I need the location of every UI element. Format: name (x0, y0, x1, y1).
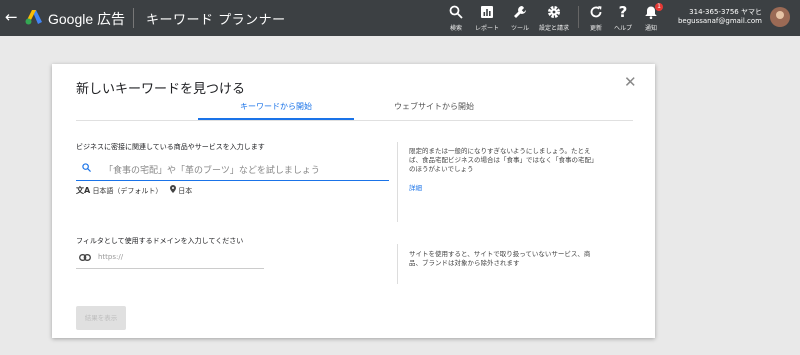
domain-help-line: 品、ブランドは対象から除外されます (409, 259, 520, 267)
keyword-field-label: ビジネスに密接に関連している商品やサービスを入力します (76, 143, 265, 151)
domain-help-line: サイトを使用すると、サイトで取り扱っていないサービス、商 (409, 250, 591, 258)
help-icon: ? (619, 4, 628, 20)
search-label: 検索 (449, 25, 462, 32)
refresh-icon (590, 6, 602, 18)
keyword-help-line: 限定的または一般的になりすぎないようにしましょう。たとえ (409, 147, 591, 155)
gear-icon (548, 6, 560, 18)
location-selector[interactable]: 日本 (170, 185, 192, 196)
search-icon (82, 163, 91, 172)
get-results-button[interactable]: 結果を表示 (76, 306, 126, 330)
search-button[interactable]: 検索 (439, 4, 473, 32)
tools-label: ツール (510, 25, 529, 32)
reports-icon (481, 6, 493, 18)
keyword-help-text: 限定的または一般的になりすぎないようにしましょう。たとえ ば、食品宅配ビジネスの… (409, 147, 619, 174)
find-keywords-dialog: 新しいキーワードを見つける ✕ キーワードから開始 ウェブサイトから開始 ビジネ… (52, 64, 655, 338)
header-divider (133, 8, 134, 28)
settings-label: 設定と請求 (538, 25, 569, 32)
keyword-help-line: ば、食品宅配ビジネスの場合は「食事」ではなく「食事の宅配」 (409, 156, 598, 164)
dialog-title: 新しいキーワードを見つける (76, 82, 246, 97)
language-selector[interactable]: 文A 日本語（デフォルト） (76, 185, 162, 196)
tab-start-with-website[interactable]: ウェブサイトから開始 (356, 101, 512, 119)
arrow-left-icon[interactable]: ← (5, 8, 18, 26)
search-icon (449, 5, 463, 19)
top-app-bar: ← Google 広告 キーワード プランナー 検索 レポート ツール 設定と請… (0, 0, 800, 36)
location-value: 日本 (178, 187, 193, 195)
account-id: 314-365-3756 ヤマヒ (689, 8, 762, 16)
svg-text:?: ? (619, 4, 628, 20)
avatar[interactable] (770, 7, 790, 27)
translate-icon: 文A (76, 186, 91, 195)
tab-start-with-keywords[interactable]: キーワードから開始 (198, 101, 354, 119)
section-divider (397, 244, 398, 284)
location-pin-icon (170, 185, 176, 193)
settings-button[interactable]: 設定と請求 (537, 4, 571, 32)
notifications-button[interactable]: 通知 (634, 4, 668, 32)
tabs-divider (76, 120, 633, 121)
domain-field-label: フィルタとして使用するドメインを入力してください (76, 237, 244, 245)
page-title: キーワード プランナー (146, 13, 286, 28)
reports-button[interactable]: レポート (470, 4, 504, 32)
domain-input-placeholder: https:// (98, 253, 124, 261)
notifications-label: 通知 (644, 25, 657, 32)
tools-button[interactable]: ツール (503, 4, 537, 32)
reports-label: レポート (474, 25, 499, 32)
learn-more-link[interactable]: 詳細 (409, 182, 422, 192)
keyword-input-placeholder: 「食事の宅配」や「革のブーツ」などを試しましょう (104, 166, 320, 176)
domain-help-text: サイトを使用すると、サイトで取り扱っていないサービス、商 品、ブランドは対象から… (409, 250, 619, 268)
close-icon[interactable]: ✕ (624, 73, 637, 91)
wrench-icon (514, 6, 526, 18)
account-info[interactable]: 314-365-3756 ヤマヒ begussanaf@gmail.com (678, 8, 762, 26)
language-value: 日本語（デフォルト） (92, 187, 163, 195)
link-icon (79, 254, 91, 261)
keyword-help-line: のほうがよいでしょう (409, 165, 474, 173)
account-email: begussanaf@gmail.com (677, 17, 762, 25)
google-ads-logo-icon (25, 10, 42, 25)
brand-name[interactable]: Google 広告 (48, 9, 125, 29)
section-divider (397, 142, 398, 222)
notification-badge: 1 (655, 3, 663, 11)
